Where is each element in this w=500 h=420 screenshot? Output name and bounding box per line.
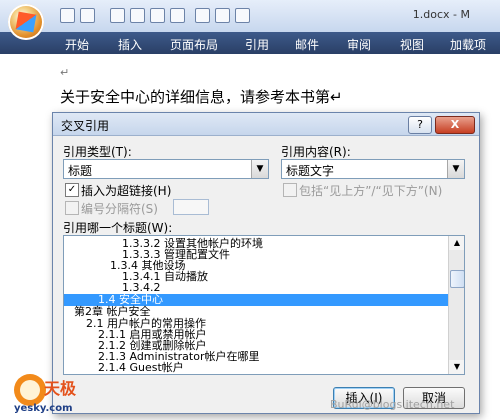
insert-hyperlink-checkbox[interactable]: ✓ [65, 183, 79, 197]
tab-home[interactable]: 开始 [65, 36, 89, 53]
logo-subtext: yesky.com [14, 403, 73, 414]
tab-insert[interactable]: 插入 [118, 36, 142, 53]
ref-type-dropdown[interactable]: 标题 ▼ [63, 159, 269, 179]
heading-list[interactable]: 1.3.3.2 设置其他帐户的环境 1.3.3.3 管理配置文件 1.3.4 其… [63, 235, 465, 375]
paragraph-mark: ↵ [60, 66, 70, 79]
ref-type-value: 标题 [68, 164, 93, 178]
undo-icon[interactable] [80, 8, 95, 23]
watermark-text: BuRui@blogs.itecn.net [330, 398, 455, 411]
list-item[interactable]: 2.1.4 Guest帐户 [64, 362, 464, 374]
ref-type-label: 引用类型(T): [63, 145, 132, 159]
scroll-thumb[interactable] [450, 270, 464, 288]
cut-icon[interactable] [215, 8, 230, 23]
help-button[interactable]: ? [408, 116, 432, 134]
above-below-label: 包括“见上方”/“见下方”(N) [299, 184, 443, 198]
tab-review[interactable]: 审阅 [347, 36, 371, 53]
yesky-logo: 天极 yesky.com [8, 370, 78, 414]
above-below-checkbox[interactable] [283, 183, 297, 197]
document-text[interactable]: 关于安全中心的详细信息，请参考本书第↵ [60, 86, 343, 107]
save-icon[interactable] [60, 8, 75, 23]
insert-hyperlink-label: 插入为超链接(H) [81, 184, 172, 198]
style-icon[interactable] [170, 8, 185, 23]
tab-mailings[interactable]: 邮件 [295, 36, 319, 53]
ref-content-value: 标题文字 [286, 164, 335, 178]
print-preview-icon[interactable] [130, 8, 145, 23]
ref-content-dropdown[interactable]: 标题文字 ▼ [281, 159, 465, 179]
ref-content-label: 引用内容(R): [281, 145, 351, 159]
cross-reference-dialog: 交叉引用 ? X 引用类型(T): 标题 ▼ 引用内容(R): 标题文字 ▼ ✓… [52, 112, 480, 414]
close-button[interactable]: X [435, 116, 475, 134]
chevron-down-icon[interactable]: ▼ [447, 160, 464, 178]
list-scrollbar[interactable]: ▲ ▼ [448, 236, 464, 374]
scroll-up-icon[interactable]: ▲ [449, 236, 464, 250]
office-button[interactable] [8, 4, 44, 40]
separator-checkbox[interactable] [65, 201, 79, 215]
tab-page-layout[interactable]: 页面布局 [170, 36, 218, 53]
separator-label: 编号分隔符(S) [81, 202, 158, 216]
separator-input[interactable] [173, 199, 209, 215]
tab-addins[interactable]: 加载项 [450, 36, 486, 53]
redo-icon[interactable] [110, 8, 125, 23]
chevron-down-icon[interactable]: ▼ [251, 160, 268, 178]
office-logo-icon [15, 11, 37, 33]
copy-icon[interactable] [235, 8, 250, 23]
tab-view[interactable]: 视图 [400, 36, 424, 53]
tab-references[interactable]: 引用 [245, 36, 269, 53]
dialog-title: 交叉引用 [61, 119, 110, 133]
open-folder-icon[interactable] [195, 8, 210, 23]
logo-text: 天极 [44, 379, 77, 398]
insert-picture-icon[interactable] [150, 8, 165, 23]
scroll-down-icon[interactable]: ▼ [449, 360, 464, 374]
document-title: 1.docx - M [412, 8, 470, 21]
which-heading-label: 引用哪一个标题(W): [63, 221, 173, 235]
